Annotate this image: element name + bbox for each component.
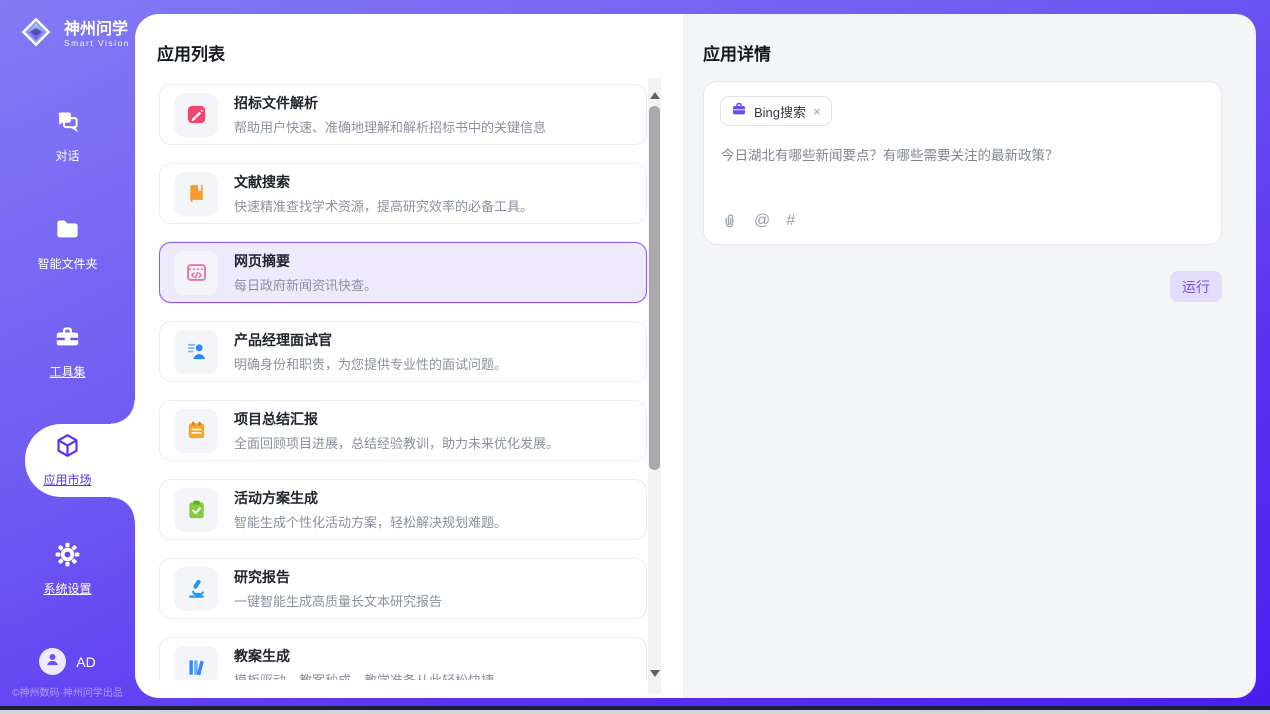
brand-name: 神州问学 bbox=[64, 21, 130, 39]
scrollbar-thumb[interactable] bbox=[649, 106, 660, 470]
app-detail-title: 应用详情 bbox=[703, 40, 771, 65]
paperclip-icon[interactable] bbox=[721, 212, 738, 230]
sidebar-item-toolset[interactable]: 工具集 bbox=[0, 324, 135, 380]
brand-subtitle: Smart Vision bbox=[64, 38, 130, 48]
toolbox-icon bbox=[54, 324, 81, 356]
sidebar-item-chat[interactable]: 对话 bbox=[0, 108, 135, 164]
app-window: 应用列表 招标文件解析 帮助用户快速、准确地理解和解析招标书中的关键信息 文献搜… bbox=[0, 0, 1270, 714]
run-button[interactable]: 运行 bbox=[1170, 271, 1222, 302]
scrollbar-down-arrow-icon[interactable] bbox=[650, 670, 660, 677]
interviewer-icon bbox=[174, 330, 218, 374]
app-list-title: 应用列表 bbox=[157, 40, 225, 65]
webpage-code-icon bbox=[174, 251, 218, 295]
app-list-item-lesson-plan[interactable]: 教案生成 模板驱动，教案秒成，教学准备从此轻松快捷 bbox=[159, 637, 647, 680]
cube-icon bbox=[54, 432, 81, 464]
microscope-icon bbox=[174, 567, 218, 611]
brand-logo: 神州问学 Smart Vision bbox=[16, 12, 130, 57]
sidebar-item-settings[interactable]: 系统设置 bbox=[0, 541, 135, 597]
app-list-item-event-plan[interactable]: 活动方案生成 智能生成个性化活动方案，轻松解决规划难题。 bbox=[159, 479, 647, 540]
prompt-input[interactable]: 今日湖北有哪些新闻要点？有哪些需要关注的最新政策？ bbox=[721, 144, 1201, 164]
hashtag-icon[interactable]: # bbox=[786, 212, 795, 230]
user-icon bbox=[44, 651, 61, 673]
app-list: 招标文件解析 帮助用户快速、准确地理解和解析招标书中的关键信息 文献搜索 快速精… bbox=[159, 84, 647, 680]
sidebar-item-smart-folder[interactable]: 智能文件夹 bbox=[0, 216, 135, 272]
prompt-card: Bing搜索 × 今日湖北有哪些新闻要点？有哪些需要关注的最新政策？ @ # bbox=[703, 81, 1222, 245]
gear-icon bbox=[54, 541, 81, 573]
clipboard-check-icon bbox=[174, 488, 218, 532]
pen-square-icon bbox=[174, 93, 218, 137]
app-detail-panel: 应用详情 Bing搜索 × 今日湖北有哪些新闻要点？有哪些需要关注的最新政策？ … bbox=[683, 14, 1256, 698]
chat-icon bbox=[54, 108, 81, 140]
window-bottom-strip bbox=[0, 710, 1270, 714]
app-list-item-project-summary[interactable]: 项目总结汇报 全面回顾项目进展，总结经验教训，助力未来优化发展。 bbox=[159, 400, 647, 461]
user-account[interactable]: AD bbox=[0, 648, 135, 675]
briefcase-icon bbox=[731, 101, 747, 122]
app-list-item-web-summary[interactable]: 网页摘要 每日政府新闻资讯快查。 bbox=[159, 242, 647, 303]
copyright-text: ©神州数码·神州问学出品 bbox=[0, 684, 135, 699]
app-list-item-research-report[interactable]: 研究报告 一键智能生成高质量长文本研究报告 bbox=[159, 558, 647, 619]
chip-close-icon[interactable]: × bbox=[813, 105, 821, 118]
app-list-item-literature-search[interactable]: 文献搜索 快速精准查找学术资源，提高研究效率的必备工具。 bbox=[159, 163, 647, 224]
user-name: AD bbox=[76, 654, 95, 670]
sidebar-item-app-market[interactable]: 应用市场 bbox=[0, 432, 135, 488]
active-tab-curve-bottom bbox=[111, 497, 135, 521]
scrollbar-up-arrow-icon[interactable] bbox=[650, 92, 660, 99]
app-list-panel: 应用列表 招标文件解析 帮助用户快速、准确地理解和解析招标书中的关键信息 文献搜… bbox=[135, 14, 683, 698]
note-icon bbox=[174, 409, 218, 453]
tool-chip-label: Bing搜索 bbox=[754, 102, 806, 121]
brand-diamond-icon bbox=[16, 12, 56, 57]
books-icon bbox=[174, 646, 218, 681]
at-mention-icon[interactable]: @ bbox=[754, 212, 770, 230]
book-icon bbox=[174, 172, 218, 216]
avatar bbox=[39, 648, 66, 675]
tool-chip-bing-search[interactable]: Bing搜索 × bbox=[720, 96, 832, 126]
folder-icon bbox=[54, 216, 81, 248]
app-list-item-pm-interviewer[interactable]: 产品经理面试官 明确身份和职责，为您提供专业性的面试问题。 bbox=[159, 321, 647, 382]
active-tab-curve-top bbox=[111, 400, 135, 424]
composer-toolbar: @ # bbox=[721, 212, 795, 230]
app-list-item-bid-doc-parse[interactable]: 招标文件解析 帮助用户快速、准确地理解和解析招标书中的关键信息 bbox=[159, 84, 647, 145]
